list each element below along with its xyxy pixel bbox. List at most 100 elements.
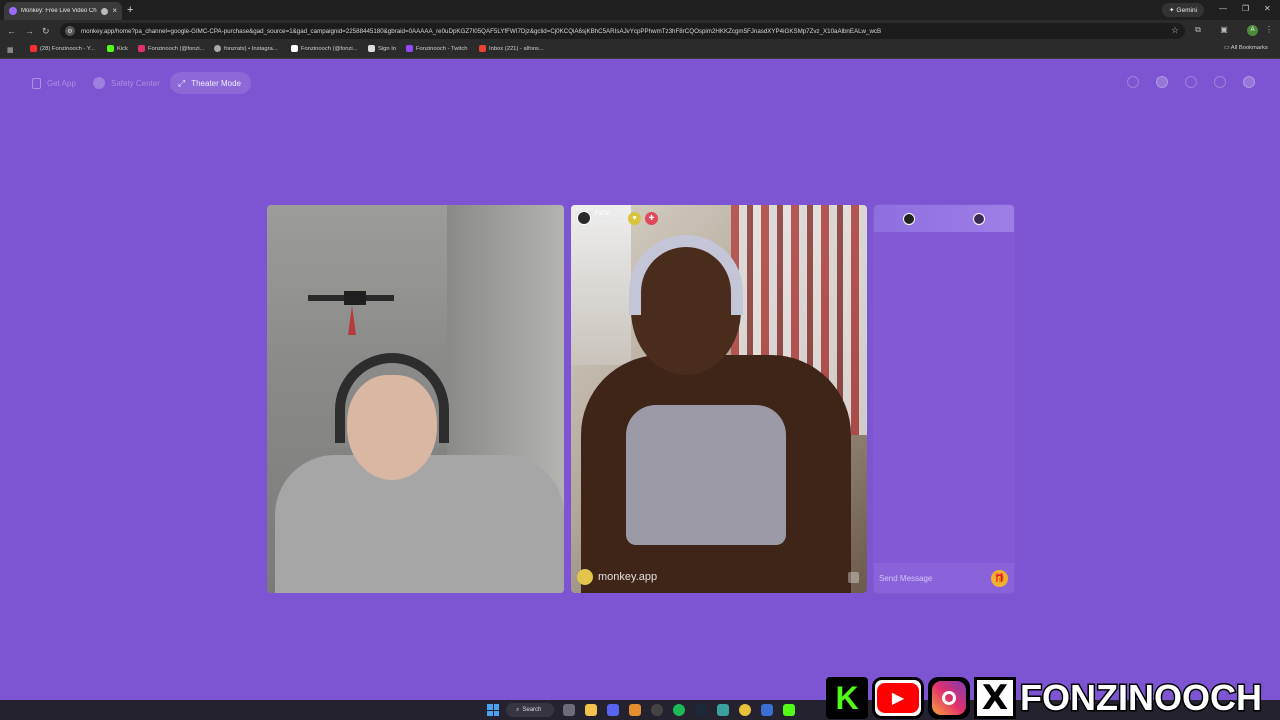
bookmark-item[interactable]: Inbox (221) - alfons... bbox=[479, 45, 544, 52]
extensions-icon[interactable]: ⧉ bbox=[1193, 25, 1203, 35]
new-tab-button[interactable]: + bbox=[127, 3, 133, 17]
all-bookmarks-button[interactable]: ▭ All Bookmarks bbox=[1224, 45, 1268, 51]
gift-icon[interactable]: 🎁 bbox=[991, 570, 1008, 587]
get-app-label: Get App bbox=[47, 78, 76, 88]
chat-header bbox=[874, 205, 1014, 232]
expand-icon: ⤢ bbox=[178, 77, 186, 88]
coin-icon[interactable] bbox=[1156, 76, 1168, 88]
local-person-body bbox=[275, 455, 564, 593]
restore-window-icon[interactable]: ❐ bbox=[1242, 3, 1249, 15]
bookmark-item[interactable]: Fonzinooch - Twitch bbox=[406, 45, 467, 52]
discord-icon[interactable] bbox=[607, 704, 619, 716]
forward-arrow-icon[interactable]: → bbox=[25, 24, 34, 38]
file-explorer-icon[interactable] bbox=[585, 704, 597, 716]
reload-icon[interactable]: ↻ bbox=[42, 24, 50, 38]
chat-input-bar: 🎁 bbox=[874, 563, 1014, 593]
kick-letter: K bbox=[835, 679, 859, 716]
youtube-logo-icon: ▶ bbox=[872, 677, 924, 719]
kick-logo-icon: K bbox=[826, 677, 868, 719]
streamer-handle: FONZINOOCH bbox=[1019, 676, 1264, 720]
monkey-page: Get App Safety Center ⤢ Theater Mode Fat… bbox=[0, 59, 1280, 700]
bookmark-item[interactable]: Sign In bbox=[368, 45, 396, 52]
close-tab-icon[interactable]: × bbox=[112, 7, 117, 15]
send-message-input[interactable] bbox=[879, 573, 979, 583]
gemini-button[interactable]: ✦ Gemini bbox=[1162, 3, 1204, 17]
bookmark-item[interactable]: fonzrats) • Instagra... bbox=[214, 45, 278, 52]
taskbar-search-label: Search bbox=[522, 707, 542, 713]
safety-center-label: Safety Center bbox=[111, 78, 160, 88]
chrome-icon[interactable] bbox=[739, 704, 751, 716]
history-icon[interactable] bbox=[1185, 76, 1197, 88]
globe-icon bbox=[214, 45, 221, 52]
background-door bbox=[571, 205, 631, 365]
url-text[interactable]: monkey.app/home?pa_channel=google-GIMC-C… bbox=[81, 28, 881, 35]
remote-user-badge[interactable]: Fat'at North Carolina ♥ ✚ bbox=[577, 211, 659, 225]
browser-tab[interactable]: Monkey: Free Live Video Ch × bbox=[4, 2, 122, 20]
minimize-window-icon[interactable]: — bbox=[1219, 3, 1227, 15]
audio-playing-icon[interactable] bbox=[101, 7, 109, 15]
theater-mode-button[interactable]: ⤢ Theater Mode bbox=[170, 72, 252, 94]
remote-user-name: Fat'at bbox=[595, 211, 610, 217]
search-icon[interactable] bbox=[1127, 76, 1139, 88]
browser-toolbar: ← → ↻ ⚙ monkey.app/home?pa_channel=googl… bbox=[0, 20, 1280, 42]
sign-in-icon bbox=[368, 45, 375, 52]
remote-user-location: North Carolina bbox=[595, 219, 625, 224]
windows-start-icon[interactable] bbox=[487, 704, 499, 716]
remote-user-chat-avatar[interactable] bbox=[973, 212, 985, 225]
instagram-logo-icon bbox=[928, 677, 970, 719]
remote-headphones bbox=[629, 235, 743, 315]
phone-icon bbox=[32, 77, 41, 89]
side-panel-icon[interactable]: ▣ bbox=[1219, 25, 1229, 35]
safety-center-button[interactable]: Safety Center bbox=[93, 73, 160, 93]
kick-app-icon[interactable] bbox=[783, 704, 795, 716]
x-logo-icon: X bbox=[974, 677, 1016, 719]
taskbar-search[interactable]: ⌕ Search bbox=[506, 703, 554, 717]
bookmark-item[interactable]: (28) Fonzinooch - Y... bbox=[30, 45, 95, 52]
site-info-icon[interactable]: ⚙ bbox=[65, 26, 75, 36]
monkey-favicon-icon bbox=[9, 7, 17, 15]
watermark-text: monkey.app bbox=[598, 571, 658, 583]
bookmark-item[interactable]: Kick bbox=[107, 45, 128, 52]
close-window-icon[interactable]: ✕ bbox=[1264, 3, 1271, 15]
kick-icon bbox=[107, 45, 114, 52]
menu-dots-icon[interactable]: ⋮ bbox=[1264, 25, 1274, 35]
remote-user-info: Fat'at North Carolina bbox=[595, 211, 624, 225]
gemini-label: Gemini bbox=[1176, 6, 1198, 14]
bookmarks-bar: ▦ (28) Fonzinooch - Y... Kick Fonzinooch… bbox=[0, 42, 1280, 59]
remote-user-avatar[interactable] bbox=[577, 211, 591, 225]
app-icon[interactable] bbox=[717, 704, 729, 716]
app-icon[interactable] bbox=[629, 704, 641, 716]
bookmark-item[interactable]: Fonzinooch (@fonzi... bbox=[291, 45, 357, 52]
bookmark-star-icon[interactable]: ☆ bbox=[1171, 25, 1179, 36]
steam-icon[interactable] bbox=[695, 704, 707, 716]
profile-icon[interactable] bbox=[1243, 76, 1255, 88]
youtube-icon bbox=[30, 45, 37, 52]
instagram-icon bbox=[138, 45, 145, 52]
local-user-avatar[interactable] bbox=[903, 212, 915, 225]
remote-person-top bbox=[626, 405, 786, 545]
apps-grid-icon[interactable]: ▦ bbox=[7, 46, 14, 54]
report-flag-icon[interactable] bbox=[848, 572, 859, 583]
spotify-icon[interactable] bbox=[673, 704, 685, 716]
back-arrow-icon[interactable]: ← bbox=[7, 24, 16, 38]
settings-app-icon[interactable] bbox=[563, 704, 575, 716]
monkey-watermark: monkey.app bbox=[577, 569, 657, 585]
profile-avatar[interactable]: A bbox=[1247, 25, 1258, 36]
monkey-logo-icon bbox=[577, 569, 593, 585]
chat-bubble-icon[interactable] bbox=[1214, 76, 1226, 88]
get-app-button[interactable]: Get App bbox=[32, 73, 76, 93]
obs-icon[interactable] bbox=[651, 704, 663, 716]
like-heart-icon[interactable]: ♥ bbox=[628, 211, 642, 225]
chat-panel: 🎁 bbox=[874, 205, 1014, 593]
bookmark-item[interactable]: Fonzinooch (@fonzi... bbox=[138, 45, 204, 52]
address-bar[interactable]: ⚙ monkey.app/home?pa_channel=google-GIMC… bbox=[60, 23, 1185, 39]
theater-mode-label: Theater Mode bbox=[191, 78, 242, 88]
remote-video: Fat'at North Carolina ♥ ✚ monkey.app bbox=[571, 205, 867, 593]
twitch-icon bbox=[406, 45, 413, 52]
wall-drone-decor bbox=[308, 291, 394, 335]
search-icon: ⌕ bbox=[516, 706, 520, 713]
add-friend-icon[interactable]: ✚ bbox=[645, 211, 659, 225]
shield-icon bbox=[93, 77, 105, 89]
app-icon[interactable] bbox=[761, 704, 773, 716]
social-handle-overlay: K ▶ X FONZINOOCH bbox=[826, 676, 1264, 720]
